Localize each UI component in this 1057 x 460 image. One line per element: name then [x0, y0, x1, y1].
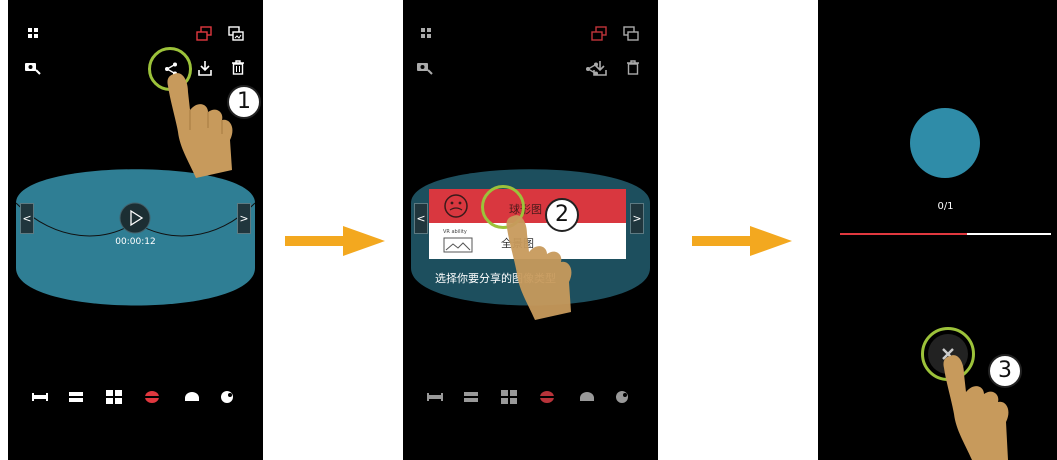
view-mode-icons[interactable]	[403, 389, 658, 405]
step-marker-2: 2	[545, 198, 579, 232]
view-mode-ring-icon	[145, 391, 159, 403]
grid-icon[interactable]	[421, 28, 432, 39]
panorama-image-icon	[443, 237, 473, 253]
next-button[interactable]: >	[630, 203, 644, 234]
sphere-image-icon	[444, 194, 468, 218]
step-marker-3: 3	[988, 354, 1022, 388]
gallery-icon[interactable]	[196, 26, 212, 42]
prev-button[interactable]: <	[414, 203, 428, 234]
view-mode-sphere-icon	[221, 391, 233, 403]
arrow-right-icon	[692, 226, 792, 256]
camera-switch-icon[interactable]	[417, 61, 433, 75]
gallery-icon[interactable]	[591, 26, 607, 42]
delete-icon[interactable]	[627, 60, 639, 75]
prev-button[interactable]: <	[20, 203, 34, 234]
camera-switch-icon[interactable]	[25, 61, 41, 75]
photos-icon[interactable]	[228, 26, 244, 42]
vr-ability-label: VR ability	[443, 229, 467, 235]
view-mode-split-icon	[69, 392, 83, 402]
view-mode-flat-icon	[32, 393, 48, 401]
progress-track	[840, 233, 1051, 235]
next-button[interactable]: >	[237, 203, 251, 234]
arrow-right-icon	[285, 226, 385, 256]
pointing-hand-icon	[167, 73, 233, 178]
photos-icon[interactable]	[623, 26, 639, 42]
view-mode-icons[interactable]	[8, 389, 263, 405]
download-icon[interactable]	[593, 60, 607, 76]
grid-icon[interactable]	[28, 28, 39, 39]
view-mode-quad-icon	[106, 390, 122, 404]
play-icon[interactable]	[119, 202, 151, 234]
step-marker-1: 1	[227, 85, 261, 119]
view-mode-dome-icon	[185, 392, 199, 401]
screen-step-3: 0/1 3	[818, 0, 1057, 460]
upload-progress-circle	[910, 108, 980, 178]
playback-timestamp: 00:00:12	[115, 237, 156, 247]
upload-counter: 0/1	[937, 201, 954, 212]
screen-step-2: < > 球形图 VR ability 全景图 选择你要分享的图像类型	[403, 0, 658, 460]
progress-fill	[840, 233, 967, 235]
screen-step-1: < > 00:00:12 1	[8, 0, 263, 460]
